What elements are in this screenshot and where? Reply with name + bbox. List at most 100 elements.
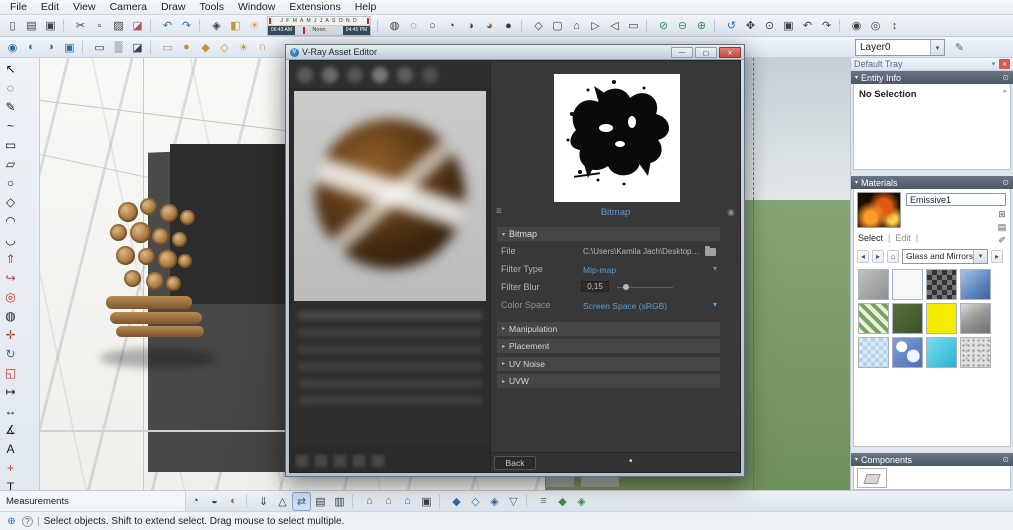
collapsed-section-header[interactable]: ▸ UV Noise xyxy=(497,356,720,371)
styles-toolbar-icon[interactable]: ◈ xyxy=(573,493,590,510)
back-view-icon[interactable]: ◁ xyxy=(606,17,623,34)
vray-clipper-icon[interactable]: ◪ xyxy=(129,39,146,56)
menu-item[interactable]: File xyxy=(3,0,34,15)
menu-item[interactable]: Edit xyxy=(34,0,66,15)
minimize-button[interactable]: — xyxy=(671,47,693,58)
collapsed-section-header[interactable]: ▸ Manipulation xyxy=(497,321,720,336)
collection-details-icon[interactable]: ▸ xyxy=(991,249,1003,263)
file-path-value[interactable]: C:\Users\Kamila Jach\Desktop\moje... xyxy=(583,247,701,256)
move-tool-icon[interactable]: ✛ xyxy=(1,325,20,344)
look-around-icon[interactable]: ◎ xyxy=(867,17,884,34)
shadows-toggle-icon[interactable]: ☀ xyxy=(246,17,263,34)
menu-item[interactable]: Tools xyxy=(192,0,231,15)
new-file-icon[interactable]: ▯ xyxy=(4,17,21,34)
back-button[interactable]: Back xyxy=(494,456,536,470)
chevron-down-icon[interactable]: ▾ xyxy=(713,300,717,309)
previous-view-icon[interactable]: ↶ xyxy=(799,17,816,34)
section-cuts-icon[interactable]: ⊖ xyxy=(674,17,691,34)
section-plane-icon[interactable]: ⊘ xyxy=(655,17,672,34)
position-camera-icon[interactable]: ◉ xyxy=(848,17,865,34)
menu-item[interactable]: Window xyxy=(231,0,282,15)
styles-edit-icon[interactable]: ✎ xyxy=(951,39,968,56)
open-file-icon[interactable]: ▤ xyxy=(23,17,40,34)
rotate-tool-icon[interactable]: ↻ xyxy=(1,344,20,363)
folder-browse-icon[interactable] xyxy=(705,246,716,256)
solid-subtract-icon[interactable]: ◇ xyxy=(467,493,484,510)
material-preview-thumbnail[interactable] xyxy=(857,192,901,228)
front-view-icon[interactable]: ⌂ xyxy=(568,17,585,34)
line-tool-icon[interactable]: ✎ xyxy=(1,97,20,116)
material-swatch-green-stripes[interactable] xyxy=(858,303,889,334)
follow-me-tool-icon[interactable]: ↪ xyxy=(1,268,20,287)
tray-close-icon[interactable]: ✕ xyxy=(999,59,1010,69)
shaded-icon[interactable]: ◑ xyxy=(462,17,479,34)
in-model-home-icon[interactable]: ⌂ xyxy=(887,249,899,263)
collapsed-section-header[interactable]: ▸ Placement xyxy=(497,339,720,353)
pushpin-icon[interactable]: ⊙ xyxy=(1002,178,1009,187)
menu-item[interactable]: View xyxy=(66,0,103,15)
hidden-line-icon[interactable]: ◔ xyxy=(443,17,460,34)
sample-paint-icon[interactable]: ✐ xyxy=(996,235,1008,246)
xray-icon[interactable]: ◍ xyxy=(386,17,403,34)
vray-spot-light-icon[interactable]: ◆ xyxy=(197,39,214,56)
solid-trim-icon[interactable]: ◈ xyxy=(486,493,503,510)
menu-item[interactable]: Help xyxy=(348,0,384,15)
help-icon[interactable]: ? xyxy=(22,515,33,527)
protractor-tool-icon[interactable]: ∡ xyxy=(1,420,20,439)
chevron-down-icon[interactable]: ▾ xyxy=(930,40,944,55)
bitmap-section-header[interactable]: ▾ Bitmap xyxy=(497,227,720,242)
secondary-pane-icon[interactable]: ▤ xyxy=(996,222,1008,233)
filter-blur-slider-handle[interactable] xyxy=(623,284,629,290)
text-tool-icon[interactable]: A xyxy=(1,439,20,458)
solid-union-icon[interactable]: ◆ xyxy=(448,493,465,510)
vray-infinite-plane-icon[interactable]: ▭ xyxy=(91,39,108,56)
polygon-tool-icon[interactable]: ◇ xyxy=(1,192,20,211)
vray-render-icon[interactable]: ◐ xyxy=(23,39,40,56)
tape-measure-tool-icon[interactable]: ↦ xyxy=(1,382,20,401)
redo-icon[interactable]: ↷ xyxy=(178,17,195,34)
geolocation-icon[interactable]: ⊕ xyxy=(5,515,18,528)
vray-fur-icon[interactable]: ▒ xyxy=(110,39,127,56)
material-swatch-white[interactable] xyxy=(892,269,923,300)
solid-intersect-icon[interactable]: ▽ xyxy=(505,493,522,510)
arc-tool-icon[interactable]: ◠ xyxy=(1,211,20,230)
layers-toolbar-icon[interactable]: ≡ xyxy=(535,493,552,510)
back-collection-icon[interactable]: ◂ xyxy=(857,249,869,263)
tab-select[interactable]: Select xyxy=(858,233,883,243)
vray-ies-light-icon[interactable]: ◇ xyxy=(216,39,233,56)
material-swatch-yellow[interactable] xyxy=(926,303,957,334)
textured-icon[interactable]: ◕ xyxy=(481,17,498,34)
components-header[interactable]: ▾ Components ⊙ xyxy=(851,453,1013,466)
material-swatch-dark-green[interactable] xyxy=(892,303,923,334)
pan-icon[interactable]: ✥ xyxy=(742,17,759,34)
sandbox-from-scratch-icon[interactable]: ◒ xyxy=(206,493,223,510)
extension-warehouse-icon[interactable]: ⌂ xyxy=(380,493,397,510)
material-swatch-mirror[interactable] xyxy=(960,303,991,334)
material-swatch-blue-marble[interactable] xyxy=(892,337,923,368)
drape-icon[interactable]: ⇓ xyxy=(255,493,272,510)
close-button[interactable]: ✕ xyxy=(719,47,741,58)
save-icon[interactable]: ▣ xyxy=(42,17,59,34)
outer-shell-tool-icon[interactable]: ◍ xyxy=(1,306,20,325)
material-swatch-gray[interactable] xyxy=(858,269,889,300)
pushpin-icon[interactable]: ⊙ xyxy=(1002,455,1009,464)
offset-tool-icon[interactable]: ◎ xyxy=(1,287,20,306)
filter-type-value[interactable]: Mip-map xyxy=(583,265,616,275)
freehand-tool-icon[interactable]: ~ xyxy=(1,116,20,135)
shadow-months-slider[interactable]: J F M A M J J A S O N D xyxy=(268,16,370,26)
smoove-icon[interactable]: ◐ xyxy=(225,493,242,510)
walk-icon[interactable]: ↕ xyxy=(886,17,903,34)
two-point-arc-tool-icon[interactable]: ◡ xyxy=(1,230,20,249)
iso-view-icon[interactable]: ◇ xyxy=(530,17,547,34)
color-space-value[interactable]: Screen Space (sRGB) xyxy=(583,301,667,311)
vray-viewport-render-icon[interactable]: ▣ xyxy=(61,39,78,56)
collection-dropdown[interactable]: Glass and Mirrors ▾ xyxy=(902,248,988,264)
chevron-down-icon[interactable]: ▾ xyxy=(973,249,987,263)
share-component-icon[interactable]: ▣ xyxy=(418,493,435,510)
left-view-icon[interactable]: ▭ xyxy=(625,17,642,34)
erase-icon[interactable]: ◪ xyxy=(129,17,146,34)
vray-interactive-render-icon[interactable]: ◑ xyxy=(42,39,59,56)
materials-header[interactable]: ▾ Materials ⊙ xyxy=(851,176,1013,189)
entity-info-header[interactable]: ▾ Entity Info ⊙ xyxy=(851,71,1013,84)
flip-edge-icon[interactable]: ⇄ xyxy=(292,491,311,511)
